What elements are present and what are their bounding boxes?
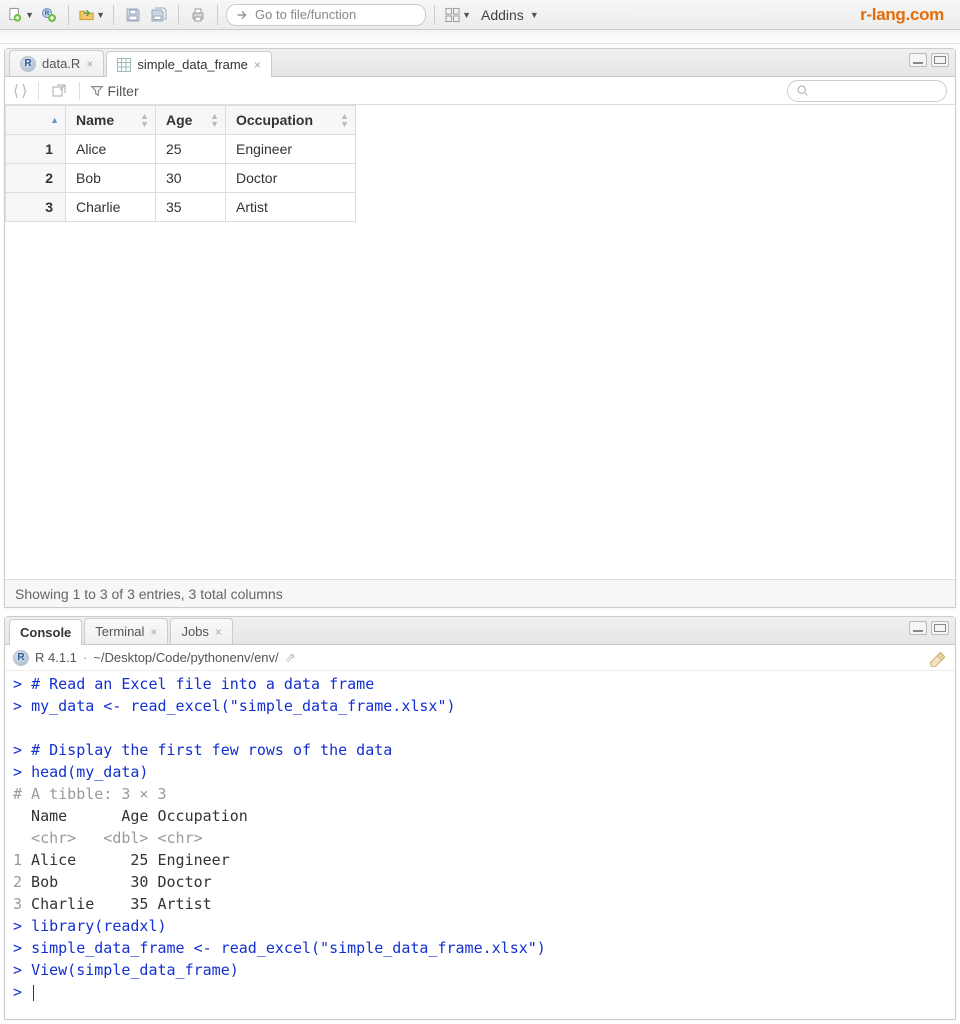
cell-occupation: Engineer xyxy=(226,135,356,164)
table-row[interactable]: 3Charlie35Artist xyxy=(6,193,356,222)
filter-button[interactable]: Filter xyxy=(90,83,139,99)
tab-label: simple_data_frame xyxy=(137,57,248,72)
close-icon[interactable]: × xyxy=(150,625,157,639)
popout-button[interactable] xyxy=(49,80,69,102)
column-header-age[interactable]: Age ▲▼ xyxy=(156,106,226,135)
tab-label: Console xyxy=(20,625,71,640)
toolbar-strip xyxy=(0,30,960,44)
minimize-pane-button[interactable] xyxy=(909,621,927,635)
column-label: Occupation xyxy=(236,112,313,128)
save-all-button[interactable] xyxy=(148,4,170,26)
r-icon: R xyxy=(13,650,29,666)
sort-desc-icon: ▼ xyxy=(340,120,349,128)
cell-age: 25 xyxy=(156,135,226,164)
data-viewer-search[interactable] xyxy=(787,80,947,102)
separator xyxy=(79,82,80,100)
sort-asc-icon: ▲ xyxy=(50,116,59,124)
main-toolbar: ▼ R ▼ Go to file/function ▼ Addins ▼ r-l… xyxy=(0,0,960,30)
cell-name: Alice xyxy=(66,135,156,164)
goto-file-function-input[interactable]: Go to file/function xyxy=(226,4,426,26)
cell-name: Bob xyxy=(66,164,156,193)
close-icon[interactable]: × xyxy=(215,625,222,639)
open-file-button[interactable]: ▼ xyxy=(77,4,105,26)
console-pane: Console Terminal × Jobs × R R 4.1.1 · ~/… xyxy=(4,616,956,1020)
column-header-occupation[interactable]: Occupation ▲▼ xyxy=(226,106,356,135)
cell-age: 35 xyxy=(156,193,226,222)
separator-dot: · xyxy=(83,650,87,665)
data-frame-icon xyxy=(117,58,131,72)
tab-simple-data-frame[interactable]: simple_data_frame × xyxy=(106,51,272,77)
working-directory: ~/Desktop/Code/pythonenv/env/ xyxy=(93,650,278,665)
minimize-pane-button[interactable] xyxy=(909,53,927,67)
close-icon[interactable]: × xyxy=(254,58,261,72)
tab-terminal[interactable]: Terminal × xyxy=(84,618,168,644)
data-table[interactable]: ▲ Name ▲▼ Age ▲▼ Occupation ▲▼ xyxy=(5,105,955,579)
goto-placeholder: Go to file/function xyxy=(255,7,356,22)
separator xyxy=(217,5,218,25)
separator xyxy=(68,5,69,25)
console-output[interactable]: > # Read an Excel file into a data frame… xyxy=(5,671,955,1019)
tab-label: data.R xyxy=(42,56,80,71)
separator xyxy=(113,5,114,25)
maximize-pane-button[interactable] xyxy=(931,621,949,635)
table-row[interactable]: 2Bob30Doctor xyxy=(6,164,356,193)
r-file-icon: R xyxy=(20,56,36,72)
table-row[interactable]: 1Alice25Engineer xyxy=(6,135,356,164)
grid-view-button[interactable]: ▼ xyxy=(443,4,471,26)
status-text: Showing 1 to 3 of 3 entries, 3 total col… xyxy=(15,586,283,602)
maximize-pane-button[interactable] xyxy=(931,53,949,67)
source-tabs: R data.R × simple_data_frame × xyxy=(5,49,955,77)
cell-age: 30 xyxy=(156,164,226,193)
wd-popout-icon[interactable]: ⇗ xyxy=(285,650,296,666)
column-label: Age xyxy=(166,112,192,128)
pane-controls xyxy=(909,621,949,635)
separator xyxy=(178,5,179,25)
pane-controls xyxy=(909,53,949,67)
tab-data-r[interactable]: R data.R × xyxy=(9,50,104,76)
data-viewer-toolbar: ⟨ ⟩ Filter xyxy=(5,77,955,105)
save-button[interactable] xyxy=(122,4,144,26)
r-version: R 4.1.1 xyxy=(35,650,77,665)
console-path-bar: R R 4.1.1 · ~/Desktop/Code/pythonenv/env… xyxy=(5,645,955,671)
tab-label: Terminal xyxy=(95,624,144,639)
nav-back-button[interactable]: ⟨ xyxy=(13,81,19,101)
source-pane: R data.R × simple_data_frame × ⟨ ⟩ Filte xyxy=(4,48,956,608)
cell-occupation: Doctor xyxy=(226,164,356,193)
filter-label: Filter xyxy=(108,83,139,99)
column-header-name[interactable]: Name ▲▼ xyxy=(66,106,156,135)
row-number: 1 xyxy=(6,135,66,164)
sort-desc-icon: ▼ xyxy=(210,120,219,128)
new-file-button[interactable]: ▼ xyxy=(6,4,34,26)
row-number: 2 xyxy=(6,164,66,193)
tab-label: Jobs xyxy=(181,624,208,639)
tab-console[interactable]: Console xyxy=(9,619,82,645)
row-number: 3 xyxy=(6,193,66,222)
row-number-header[interactable]: ▲ xyxy=(6,106,66,135)
print-button[interactable] xyxy=(187,4,209,26)
clear-console-button[interactable] xyxy=(927,649,945,672)
addins-menu[interactable]: Addins ▼ xyxy=(475,7,545,23)
data-viewer-status: Showing 1 to 3 of 3 entries, 3 total col… xyxy=(5,579,955,607)
sort-desc-icon: ▼ xyxy=(140,120,149,128)
cell-name: Charlie xyxy=(66,193,156,222)
nav-forward-button[interactable]: ⟩ xyxy=(21,81,27,101)
tab-jobs[interactable]: Jobs × xyxy=(170,618,232,644)
column-label: Name xyxy=(76,112,114,128)
separator xyxy=(434,5,435,25)
close-icon[interactable]: × xyxy=(86,57,93,71)
console-tabs: Console Terminal × Jobs × xyxy=(5,617,955,645)
nav-arrows: ⟨ ⟩ xyxy=(13,81,28,101)
new-project-button[interactable]: R xyxy=(38,4,60,26)
addins-label: Addins xyxy=(481,7,524,23)
brand-label: r-lang.com xyxy=(860,5,944,25)
cell-occupation: Artist xyxy=(226,193,356,222)
separator xyxy=(38,82,39,100)
